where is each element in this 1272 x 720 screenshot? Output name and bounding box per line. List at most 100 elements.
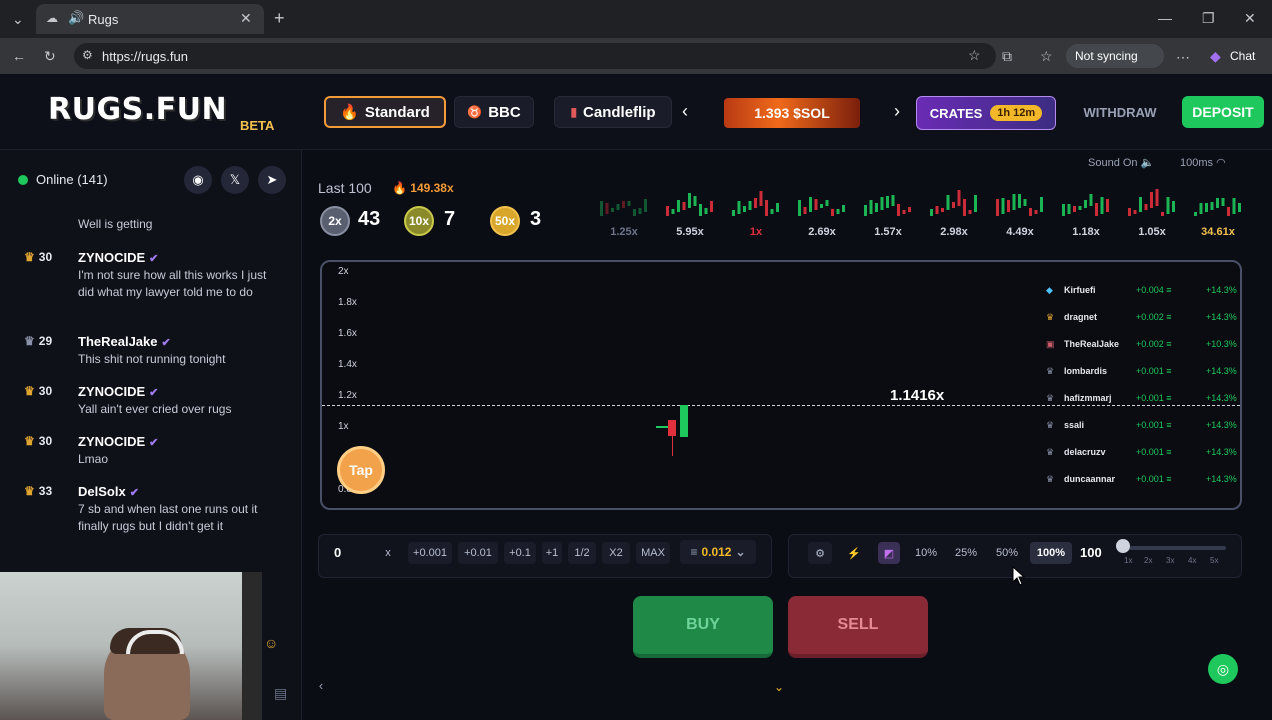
history-round-card[interactable]: 1.18x xyxy=(1056,176,1116,240)
player-name: lombardis xyxy=(1064,366,1108,376)
gif-icon[interactable]: ▤ xyxy=(274,686,287,700)
close-window-icon[interactable]: ✕ xyxy=(1244,11,1256,25)
address-bar[interactable]: ⚙ https://rugs.fun ☆ xyxy=(74,43,996,69)
history-round-card[interactable]: 1.05x xyxy=(1122,176,1182,240)
chat-username[interactable]: ZYNOCIDE ✔ xyxy=(78,384,158,399)
percent-25-button[interactable]: 25% xyxy=(950,542,982,564)
collapse-sidebar-icon[interactable]: ‹ xyxy=(310,674,332,696)
verified-icon: ✔ xyxy=(149,437,159,449)
close-tab-icon[interactable]: ✕ xyxy=(240,11,252,25)
favorites-icon[interactable]: ☆ xyxy=(1040,49,1053,63)
audio-playing-icon[interactable]: 🔊 xyxy=(68,11,84,24)
double-button[interactable]: X2 xyxy=(602,542,630,564)
history-mini-chart xyxy=(1062,194,1109,216)
percent-100-button[interactable]: 100% xyxy=(1030,542,1072,564)
nav-candleflip-button[interactable]: ▮ Candleflip xyxy=(554,96,672,128)
history-candle xyxy=(1232,198,1236,214)
carousel-prev-icon[interactable]: ‹ xyxy=(682,102,688,120)
nav-bbc-button[interactable]: ♉ BBC xyxy=(454,96,534,128)
crown-icon: ♛ xyxy=(24,434,35,448)
crates-button[interactable]: CRATES 1h 12m xyxy=(916,96,1056,130)
telegram-icon[interactable]: ➤ xyxy=(258,166,286,194)
history-candle xyxy=(836,209,840,214)
player-row[interactable]: ♛ dragnet +0.002 ≡ +14.3% xyxy=(1046,312,1237,326)
history-round-card[interactable]: 2.69x xyxy=(792,176,852,240)
x-twitter-icon[interactable]: 𝕏 xyxy=(221,166,249,194)
support-chat-icon[interactable]: ◎ xyxy=(1208,654,1238,684)
history-candle xyxy=(798,200,801,216)
site-logo[interactable]: RUGS.FUN xyxy=(48,92,227,127)
discord-icon[interactable]: ◉ xyxy=(184,166,212,194)
nav-standard-button[interactable]: 🔥 Standard xyxy=(324,96,446,128)
bookmark-star-icon[interactable]: ☆ xyxy=(968,48,981,62)
add-0.001-button[interactable]: +0.001 xyxy=(408,542,452,564)
player-percent: +14.3% xyxy=(1206,285,1237,295)
history-candle xyxy=(677,200,680,212)
chat-username[interactable]: ZYNOCIDE ✔ xyxy=(78,434,158,449)
bet-amount-input[interactable]: 0 xyxy=(334,545,341,560)
slider-knob[interactable] xyxy=(1116,539,1130,553)
expand-chevron-icon[interactable]: ⌄ xyxy=(774,680,784,694)
player-name: Kirfuefi xyxy=(1064,285,1096,295)
buy-button[interactable]: BUY xyxy=(633,596,773,658)
withdraw-button[interactable]: WITHDRAW xyxy=(1074,96,1166,128)
player-row[interactable]: ♛ lombardis +0.001 ≡ +14.3% xyxy=(1046,366,1237,380)
half-button[interactable]: 1/2 xyxy=(568,542,596,564)
player-row[interactable]: ♛ hafizmmarj +0.001 ≡ +14.3% xyxy=(1046,393,1237,407)
add-0.1-button[interactable]: +0.1 xyxy=(504,542,536,564)
site-info-icon[interactable]: ⚙ xyxy=(82,49,93,61)
max-button[interactable]: MAX xyxy=(636,542,670,564)
new-tab-icon[interactable]: + xyxy=(274,9,285,27)
candle-red xyxy=(668,420,676,436)
history-round-card[interactable]: 34.61x xyxy=(1188,176,1248,240)
history-round-card[interactable]: 4.49x xyxy=(990,176,1050,240)
player-row[interactable]: ▣ TheRealJake +0.002 ≡ +10.3% xyxy=(1046,339,1237,353)
leverage-slider[interactable] xyxy=(1126,546,1226,550)
percent-10-button[interactable]: 10% xyxy=(910,542,942,564)
player-row[interactable]: ♛ ssali +0.001 ≡ +14.3% xyxy=(1046,420,1237,434)
sol-balance-selector[interactable]: ≡ 0.012 ⌄ xyxy=(680,540,756,564)
chat-username[interactable]: DelSolx ✔ xyxy=(78,484,139,499)
sol-jackpot-banner[interactable]: 1.393 $SOL xyxy=(724,98,860,128)
history-candle xyxy=(935,206,939,214)
tab-menu-chevron-icon[interactable]: ⌄ xyxy=(12,12,24,26)
chat-username[interactable]: ZYNOCIDE ✔ xyxy=(78,250,158,265)
history-candle xyxy=(869,200,873,214)
player-row[interactable]: ♛ delacruzv +0.001 ≡ +14.3% xyxy=(1046,447,1237,461)
crown-icon: ♛ xyxy=(24,250,35,264)
sound-toggle[interactable]: Sound On 🔈 xyxy=(1088,156,1154,169)
chat-username[interactable]: TheRealJake ✔ xyxy=(78,334,171,349)
restore-icon[interactable]: ❐ xyxy=(1202,11,1215,25)
add-1-button[interactable]: +1 xyxy=(542,542,562,564)
carousel-next-icon[interactable]: › xyxy=(894,102,900,120)
more-menu-icon[interactable]: ⋯ xyxy=(1176,50,1190,64)
back-icon[interactable]: ← xyxy=(12,49,26,63)
reload-icon[interactable]: ↻ xyxy=(44,49,56,63)
clear-amount-button[interactable]: x xyxy=(380,542,396,564)
percent-50-button[interactable]: 50% xyxy=(990,542,1024,564)
chat-message-list[interactable]: Well is getting ♛ 30 ZYNOCIDE ✔ I'm not su… xyxy=(0,210,296,570)
emoji-icon[interactable]: ☺ xyxy=(264,636,278,650)
history-round-card[interactable]: 1.57x xyxy=(858,176,918,240)
player-row[interactable]: ♛ duncaannar +0.001 ≡ +14.3% xyxy=(1046,474,1237,488)
tab-title: Rugs xyxy=(88,12,119,27)
user-level: ♛ 33 xyxy=(24,484,52,498)
extensions-icon[interactable]: ⧉ xyxy=(1002,49,1012,63)
history-round-card[interactable]: 2.98x xyxy=(924,176,984,240)
history-round-card[interactable]: 5.95x xyxy=(660,176,720,240)
sell-button[interactable]: SELL xyxy=(788,596,928,658)
history-mini-chart xyxy=(600,199,647,216)
minimize-icon[interactable]: — xyxy=(1158,11,1172,25)
tap-button[interactable]: Tap xyxy=(337,446,385,494)
deposit-button[interactable]: DEPOSIT xyxy=(1182,96,1264,128)
player-percent: +14.3% xyxy=(1206,474,1237,484)
lightning-icon[interactable]: ⚡ xyxy=(844,542,864,564)
history-round-card[interactable]: 1x xyxy=(726,176,786,240)
profile-sync-button[interactable]: Not syncing xyxy=(1066,44,1164,68)
player-row[interactable]: ◆ Kirfuefi +0.004 ≡ +14.3% xyxy=(1046,285,1237,299)
auto-bot-icon[interactable]: ⚙ xyxy=(808,542,832,564)
add-0.01-button[interactable]: +0.01 xyxy=(458,542,498,564)
chart-mode-icon[interactable]: ◩ xyxy=(878,542,900,564)
history-round-card[interactable]: 1.25x xyxy=(594,176,654,240)
history-candle xyxy=(671,209,675,214)
